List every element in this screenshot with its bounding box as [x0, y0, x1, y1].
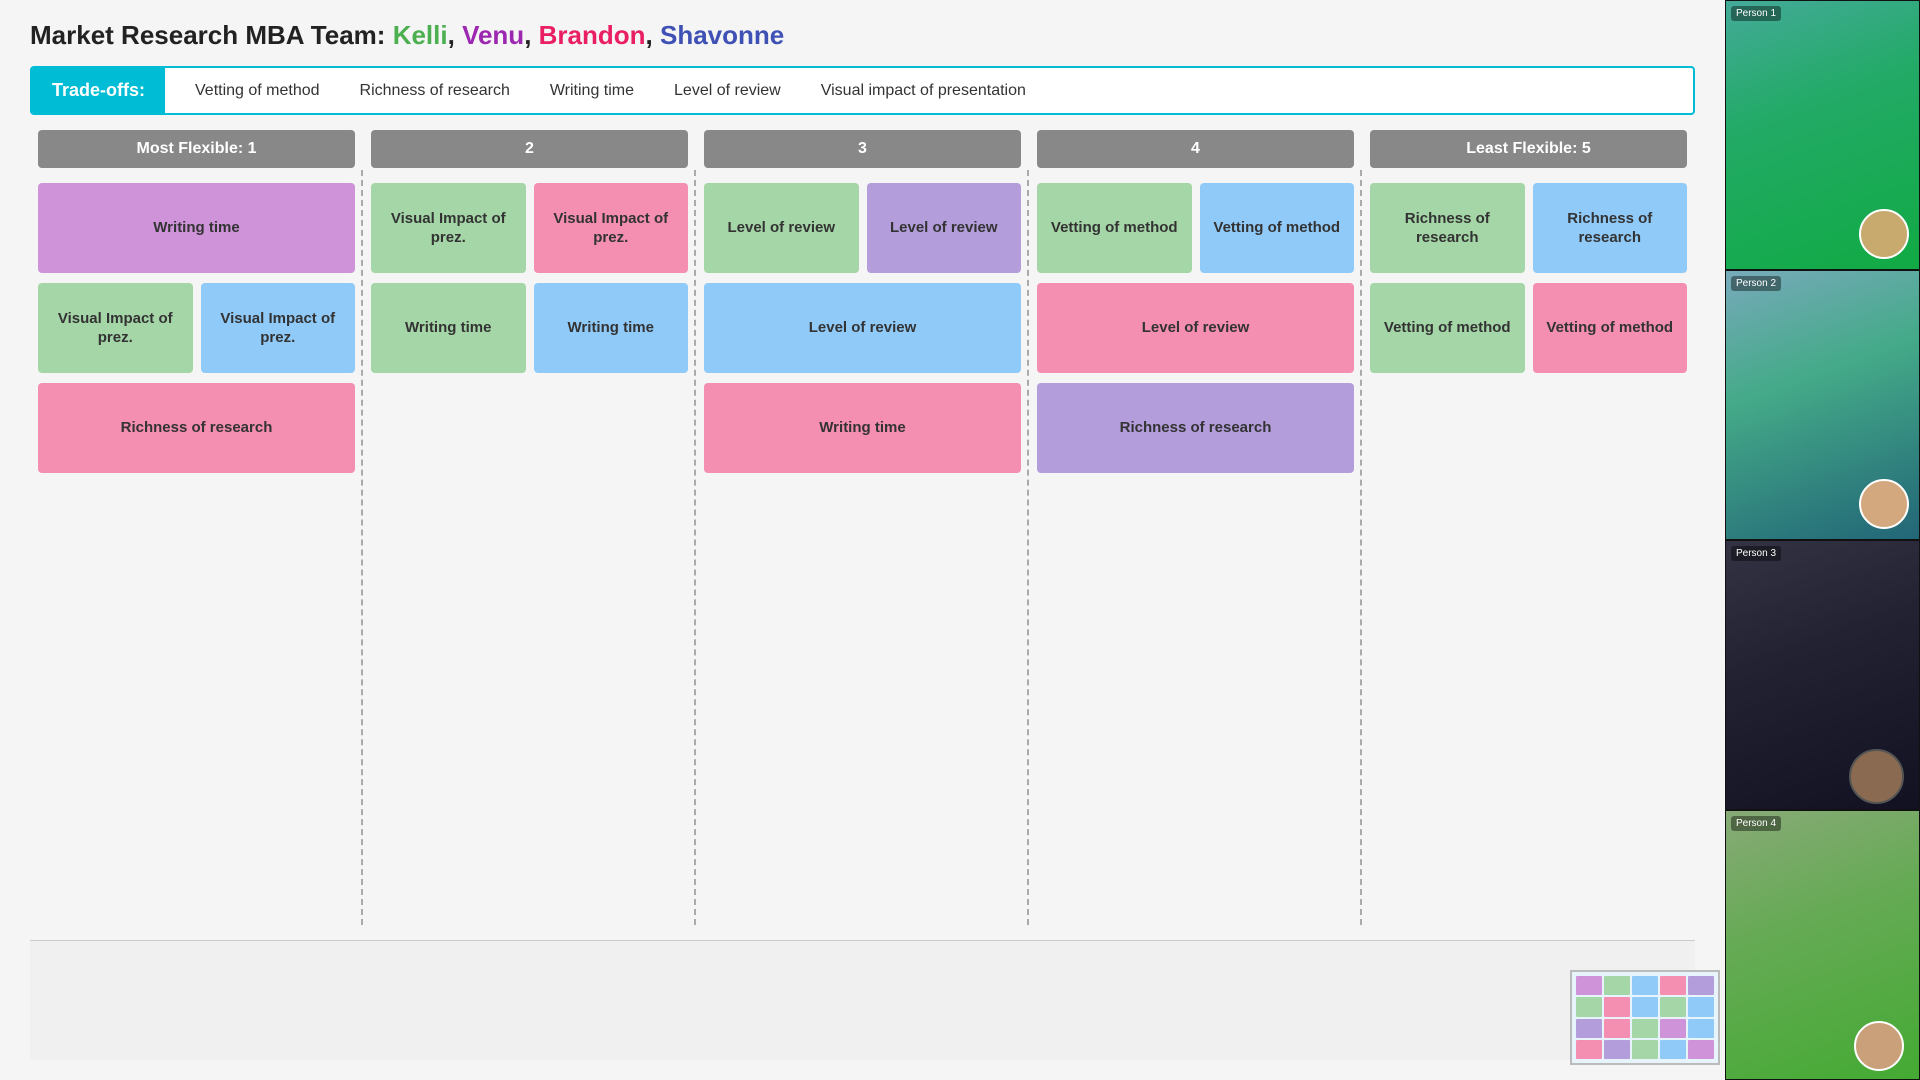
card-vetting: Vetting of method	[1200, 183, 1355, 273]
video-label-3: Person 3	[1731, 546, 1781, 561]
card-writing-time: Writing time	[38, 183, 355, 273]
card-level-review: Level of review	[704, 183, 859, 273]
video-cell-1: Person 1	[1725, 0, 1920, 270]
name-brandon: Brandon	[539, 20, 646, 50]
cards-row: Level of review Level of review	[704, 183, 1021, 273]
column-2: 2 Visual Impact of prez. Visual Impact o…	[363, 130, 696, 925]
card-visual-impact: Visual Impact of prez.	[371, 183, 526, 273]
card-visual-impact: Visual Impact of prez.	[534, 183, 689, 273]
cards-row: Vetting of method Vetting of method	[1037, 183, 1354, 273]
column-5: Least Flexible: 5 Richness of research R…	[1362, 130, 1695, 925]
tradeoff-item: Writing time	[550, 82, 634, 100]
bottom-col	[1029, 940, 1362, 1060]
cards-row: Level of review	[1037, 283, 1354, 373]
bottom-area	[30, 940, 1695, 1060]
video-label-4: Person 4	[1731, 816, 1781, 831]
bottom-col	[30, 940, 363, 1060]
col-header-5: Least Flexible: 5	[1370, 130, 1687, 168]
cards-row: Writing time	[704, 383, 1021, 473]
col-header-2: 2	[371, 130, 688, 168]
tradeoff-item: Visual impact of presentation	[821, 82, 1026, 100]
tradeoffs-label: Trade-offs:	[32, 68, 165, 113]
tradeoff-item: Level of review	[674, 82, 781, 100]
video-cell-2: Person 2	[1725, 270, 1920, 540]
card-richness: Richness of research	[1037, 383, 1354, 473]
video-label-1: Person 1	[1731, 6, 1781, 21]
cards-row: Writing time	[38, 183, 355, 273]
cards-row: Richness of research	[1037, 383, 1354, 473]
cards-row: Level of review	[704, 283, 1021, 373]
name-venu: Venu	[462, 20, 524, 50]
name-kelli: Kelli	[393, 20, 448, 50]
cards-row: Writing time Writing time	[371, 283, 688, 373]
tradeoff-item: Richness of research	[360, 82, 510, 100]
col-header-1: Most Flexible: 1	[38, 130, 355, 168]
cards-row: Vetting of method Vetting of method	[1370, 283, 1687, 373]
col-header-3: 3	[704, 130, 1021, 168]
col-header-4: 4	[1037, 130, 1354, 168]
title-prefix: Market Research MBA Team:	[30, 20, 393, 50]
video-cell-4: Person 4	[1725, 810, 1920, 1080]
card-richness: Richness of research	[1533, 183, 1688, 273]
card-writing-time: Writing time	[371, 283, 526, 373]
main-content: Market Research MBA Team: Kelli, Venu, B…	[0, 0, 1725, 1080]
card-writing-time: Writing time	[704, 383, 1021, 473]
card-richness: Richness of research	[38, 383, 355, 473]
slide-thumbnail-preview[interactable]	[1570, 970, 1720, 1065]
card-visual-impact: Visual Impact of prez.	[201, 283, 356, 373]
bottom-col	[363, 940, 696, 1060]
card-richness: Richness of research	[1370, 183, 1525, 273]
cards-row: Richness of research Richness of researc…	[1370, 183, 1687, 273]
card-vetting: Vetting of method	[1037, 183, 1192, 273]
tradeoff-item: Vetting of method	[195, 82, 320, 100]
page-title: Market Research MBA Team: Kelli, Venu, B…	[30, 20, 1695, 51]
card-writing-time: Writing time	[534, 283, 689, 373]
column-3: 3 Level of review Level of review Level …	[696, 130, 1029, 925]
card-level-review: Level of review	[1037, 283, 1354, 373]
name-shavonne: Shavonne	[660, 20, 784, 50]
tradeoffs-items: Vetting of method Richness of research W…	[165, 70, 1693, 112]
card-vetting: Vetting of method	[1370, 283, 1525, 373]
cards-row: Visual Impact of prez. Visual Impact of …	[38, 283, 355, 373]
video-panel: Person 1 Person 2 Person 3 Person 4	[1725, 0, 1920, 1080]
column-1: Most Flexible: 1 Writing time Visual Imp…	[30, 130, 363, 925]
video-cell-3: Person 3	[1725, 540, 1920, 810]
bottom-col	[696, 940, 1029, 1060]
card-level-review: Level of review	[867, 183, 1022, 273]
tradeoffs-bar: Trade-offs: Vetting of method Richness o…	[30, 66, 1695, 115]
cards-row: Richness of research	[38, 383, 355, 473]
video-label-2: Person 2	[1731, 276, 1781, 291]
card-level-review: Level of review	[704, 283, 1021, 373]
columns-area: Most Flexible: 1 Writing time Visual Imp…	[30, 130, 1695, 925]
column-4: 4 Vetting of method Vetting of method Le…	[1029, 130, 1362, 925]
card-vetting: Vetting of method	[1533, 283, 1688, 373]
card-visual-impact: Visual Impact of prez.	[38, 283, 193, 373]
cards-row: Visual Impact of prez. Visual Impact of …	[371, 183, 688, 273]
